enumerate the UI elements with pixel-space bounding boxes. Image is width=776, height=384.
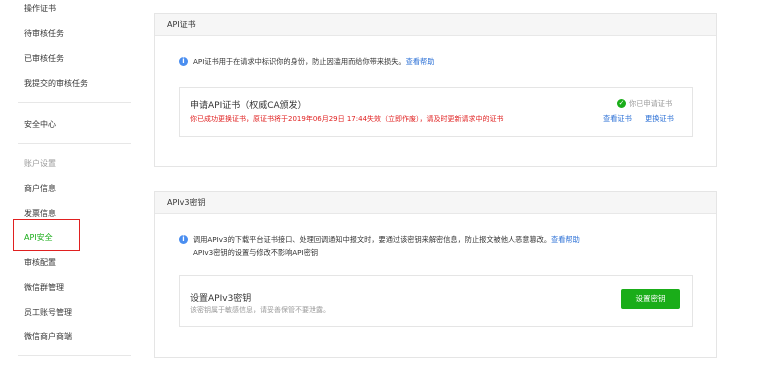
api-cert-info-text: API证书用于在请求中标识你的身份，防止因滥用而给你带来损失。 (193, 57, 406, 66)
api-cert-card-title: 申请API证书（权威CA颁发） (190, 101, 307, 111)
apiv3-card-title: 设置APIv3密钥 (190, 294, 252, 304)
sidebar: 操作证书 待审核任务 已审核任务 我提交的审核任务 安全中心 账户设置 商户信息… (0, 0, 132, 384)
sidebar-group-account-settings: 账户设置 (24, 159, 56, 168)
sidebar-item-wechat-group[interactable]: 微信群管理 (24, 282, 64, 293)
sidebar-item-security-center[interactable]: 安全中心 (24, 119, 56, 130)
api-cert-card (179, 87, 693, 137)
sidebar-item-merchant-info[interactable]: 商户信息 (24, 183, 56, 194)
apiv3-info-line2: APIv3密钥的设置与修改不影响API密钥 (193, 248, 319, 257)
active-item-highlight-box (13, 219, 80, 251)
sidebar-item-pending-review[interactable]: 待审核任务 (24, 28, 64, 39)
sidebar-item-merchant-client[interactable]: 微信商户商端 (24, 331, 72, 342)
view-cert-link[interactable]: 查看证书 (603, 114, 632, 124)
change-cert-link[interactable]: 更换证书 (645, 114, 674, 124)
apiv3-info-line1: 调用APIv3的下载平台证书接口、处理回调通知中报文时，要通过该密钥来解密信息，… (193, 235, 580, 245)
api-cert-info: API证书用于在请求中标识你的身份，防止因滥用而给你带来损失。查看帮助 (193, 57, 434, 67)
info-icon: i (179, 235, 188, 244)
apiv3-panel-title: APIv3密钥 (155, 192, 716, 214)
apiv3-card-desc: 该密钥属于敏感信息，请妥善保管不要泄露。 (190, 306, 330, 314)
sidebar-divider (18, 102, 131, 103)
api-cert-status: 你已申请证书 (629, 99, 673, 108)
sidebar-item-review-config[interactable]: 审核配置 (24, 257, 56, 268)
sidebar-item-invoice-info[interactable]: 发票信息 (24, 208, 56, 219)
api-cert-help-link[interactable]: 查看帮助 (406, 57, 435, 66)
check-circle-icon: ✓ (617, 99, 626, 108)
sidebar-item-reviewed[interactable]: 已审核任务 (24, 53, 64, 64)
sidebar-item-staff-accounts[interactable]: 员工账号管理 (24, 307, 72, 318)
sidebar-item-operation-cert[interactable]: 操作证书 (24, 3, 56, 14)
apiv3-card (179, 275, 693, 327)
sidebar-divider (18, 143, 131, 144)
api-cert-warning: 你已成功更换证书，原证书将于2019年06月29日 17:44失效（立即作废），… (190, 115, 504, 123)
apiv3-help-link[interactable]: 查看帮助 (551, 235, 580, 244)
sidebar-item-my-submitted[interactable]: 我提交的审核任务 (24, 78, 88, 89)
apiv3-info-text: 调用APIv3的下载平台证书接口、处理回调通知中报文时，要通过该密钥来解密信息，… (193, 235, 552, 244)
api-cert-panel-title: API证书 (155, 14, 716, 36)
info-icon: i (179, 57, 188, 66)
sidebar-divider (18, 355, 131, 356)
set-key-button[interactable]: 设置密钥 (621, 289, 680, 309)
